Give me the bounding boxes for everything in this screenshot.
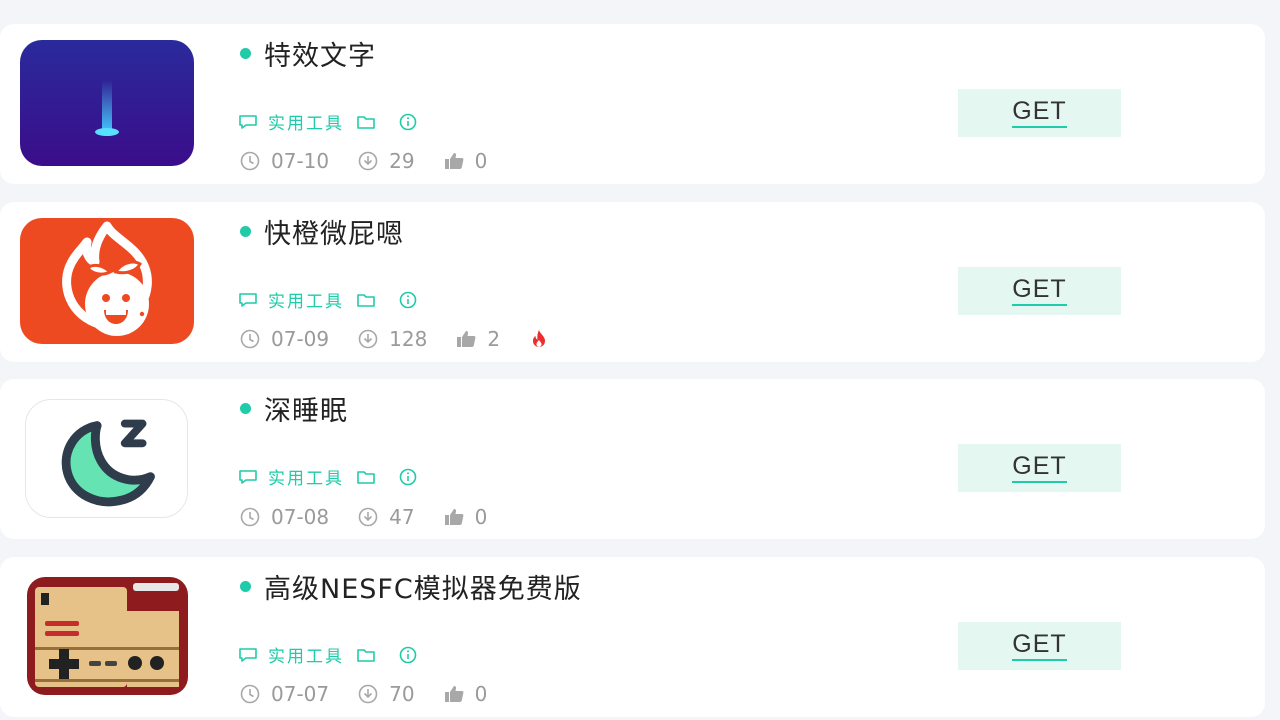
- thumbs-up-icon[interactable]: [443, 150, 465, 172]
- download-icon: [358, 329, 378, 349]
- app-tags: 实用工具: [238, 642, 418, 667]
- clock-icon: [240, 329, 260, 349]
- like-count: 2: [487, 327, 501, 351]
- status-dot: [240, 226, 251, 237]
- info-icon[interactable]: [398, 645, 418, 665]
- download-icon: [358, 151, 378, 171]
- app-list: 特效文字 实用工具 07-10 29 0 GET 快橙微屁嗯 实用工具 07-0…: [0, 0, 1280, 720]
- get-button[interactable]: GET: [958, 267, 1121, 315]
- update-date: 07-07: [271, 682, 330, 706]
- folder-icon[interactable]: [356, 467, 376, 487]
- folder-icon[interactable]: [356, 112, 376, 132]
- get-button[interactable]: GET: [958, 444, 1121, 492]
- like-count: 0: [474, 682, 488, 706]
- get-button-label: GET: [1012, 631, 1067, 661]
- like-count: 0: [474, 149, 488, 173]
- update-date: 07-10: [271, 149, 330, 173]
- clock-icon: [240, 507, 260, 527]
- app-meta: 07-08 47 0: [239, 505, 515, 529]
- app-card[interactable]: 特效文字 实用工具 07-10 29 0 GET: [0, 24, 1265, 184]
- folder-icon[interactable]: [356, 290, 376, 310]
- app-card[interactable]: 深睡眠 实用工具 07-08 47 0 GET: [0, 379, 1265, 539]
- app-meta: 07-10 29 0: [239, 149, 515, 173]
- category-label[interactable]: 实用工具: [268, 642, 344, 667]
- chat-bubble-icon: [239, 292, 257, 307]
- download-count: 47: [389, 505, 415, 529]
- app-title-row: 特效文字: [240, 34, 376, 73]
- app-title-row: 高级NESFC模拟器免费版: [240, 567, 582, 606]
- clock-icon: [240, 151, 260, 171]
- download-count: 70: [389, 682, 415, 706]
- download-count: 128: [389, 327, 428, 351]
- download-icon: [358, 507, 378, 527]
- get-button[interactable]: GET: [958, 89, 1121, 137]
- chat-bubble-icon: [239, 469, 257, 484]
- get-button-label: GET: [1012, 98, 1067, 128]
- app-name[interactable]: 快橙微屁嗯: [264, 212, 404, 251]
- app-meta: 07-09 128 2: [239, 327, 550, 351]
- status-dot: [240, 581, 251, 592]
- app-meta: 07-07 70 0: [239, 682, 515, 706]
- get-button-label: GET: [1012, 276, 1067, 306]
- app-tags: 实用工具: [238, 287, 418, 312]
- status-dot: [240, 403, 251, 414]
- clock-icon: [240, 684, 260, 704]
- chat-bubble-icon: [239, 647, 257, 662]
- info-icon[interactable]: [398, 467, 418, 487]
- get-button-label: GET: [1012, 453, 1067, 483]
- download-icon: [358, 684, 378, 704]
- update-date: 07-08: [271, 505, 330, 529]
- app-name[interactable]: 高级NESFC模拟器免费版: [264, 567, 582, 606]
- app-title-row: 快橙微屁嗯: [240, 212, 404, 251]
- download-count: 29: [389, 149, 415, 173]
- category-label[interactable]: 实用工具: [268, 287, 344, 312]
- like-count: 0: [474, 505, 488, 529]
- flame-orange-app-icon[interactable]: [20, 218, 194, 344]
- app-name[interactable]: 深睡眠: [264, 389, 348, 428]
- thumbs-up-icon[interactable]: [443, 506, 465, 528]
- hot-flame-icon: [533, 330, 546, 347]
- folder-icon[interactable]: [356, 645, 376, 665]
- app-card[interactable]: 快橙微屁嗯 实用工具 07-09 128 2 GET: [0, 202, 1265, 362]
- app-title-row: 深睡眠: [240, 389, 348, 428]
- thumbs-up-icon[interactable]: [455, 328, 477, 350]
- app-card[interactable]: 高级NESFC模拟器免费版 实用工具 07-07 70 0 GET: [0, 557, 1265, 717]
- retro-console-app-icon[interactable]: [27, 577, 188, 695]
- app-tags: 实用工具: [238, 464, 418, 489]
- chat-bubble-icon: [239, 114, 257, 129]
- app-tags: 实用工具: [238, 109, 418, 134]
- moon-sleep-app-icon[interactable]: [25, 399, 188, 518]
- thumbs-up-icon[interactable]: [443, 683, 465, 705]
- info-icon[interactable]: [398, 290, 418, 310]
- status-dot: [240, 48, 251, 59]
- category-label[interactable]: 实用工具: [268, 464, 344, 489]
- get-button[interactable]: GET: [958, 622, 1121, 670]
- update-date: 07-09: [271, 327, 330, 351]
- category-label[interactable]: 实用工具: [268, 109, 344, 134]
- info-icon[interactable]: [398, 112, 418, 132]
- app-name[interactable]: 特效文字: [264, 34, 376, 73]
- light-beam-app-icon[interactable]: [20, 40, 194, 166]
